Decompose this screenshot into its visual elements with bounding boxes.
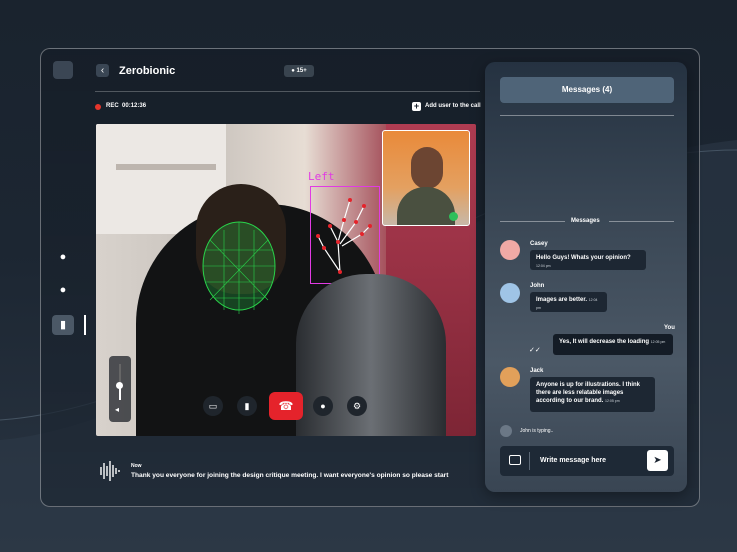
bell-icon[interactable]: ●: [56, 250, 70, 264]
audio-wave-icon: [100, 461, 120, 481]
message-bubble: Images are better. 12:04 pm: [530, 292, 607, 312]
participants-badge[interactable]: ● 15+: [284, 65, 314, 77]
camera-button[interactable]: ▮: [237, 396, 257, 416]
section-label: Messages: [571, 218, 600, 224]
participant-body: [397, 187, 455, 225]
message-text: Hello Guys! Whats your opinion?: [536, 255, 631, 261]
app-logo: [53, 61, 73, 79]
message-sender: Casey: [530, 241, 548, 247]
mic-button[interactable]: ●: [313, 396, 333, 416]
add-user-button[interactable]: Add user to the call: [425, 103, 481, 109]
back-button[interactable]: ‹: [96, 64, 109, 77]
live-status-icon: [449, 212, 458, 221]
message-bubble-own: Yes, It will decrease the loading 12:05 …: [553, 334, 673, 355]
microphone-icon: ●: [320, 401, 326, 411]
read-receipt-icon: ✓✓: [529, 347, 541, 354]
record-dot-icon: [95, 104, 101, 110]
participant-video-tile[interactable]: [382, 130, 470, 226]
settings-button[interactable]: ⚙: [347, 396, 367, 416]
messages-tab[interactable]: Messages (4): [500, 77, 674, 103]
send-button[interactable]: ➤: [647, 450, 668, 471]
hand-tracking-label: Left: [308, 170, 335, 183]
volume-knob[interactable]: [116, 382, 123, 389]
message-sender: Jack: [530, 368, 544, 374]
avatar: [500, 240, 520, 260]
bg-shelf-board: [116, 164, 216, 170]
avatar: [500, 283, 520, 303]
screen-share-button[interactable]: ▭: [203, 396, 223, 416]
message-time: 12:05 pm: [650, 340, 666, 344]
message-time: 12:05 pm: [605, 399, 620, 403]
message-bubble: Anyone is up for illustrations. I think …: [530, 377, 655, 412]
participant-head: [411, 147, 443, 189]
add-user-icon[interactable]: +: [412, 102, 421, 111]
avatar: [500, 367, 520, 387]
hand-skeleton: [316, 198, 372, 274]
section-line-left: [500, 221, 565, 222]
messages-panel: [485, 62, 687, 492]
section-line-right: [609, 221, 674, 222]
rec-label: REC: [106, 103, 119, 109]
send-icon: ➤: [653, 455, 662, 466]
message-text: Images are better.: [536, 297, 588, 303]
message-sender: John: [530, 283, 545, 289]
participants-count: 15+: [296, 68, 307, 74]
message-input[interactable]: Write message here: [540, 457, 606, 464]
divider: [95, 91, 480, 92]
face-mesh-overlay: [202, 221, 276, 314]
transcript-time: Now: [131, 463, 142, 469]
message-bubble: Hello Guys! Whats your opinion? 12:04 pm: [530, 250, 646, 270]
camera-icon: ▮: [244, 401, 250, 411]
meeting-title: Zerobionic: [119, 65, 176, 77]
active-indicator: [84, 315, 86, 335]
rec-time: 00:12:36: [122, 103, 147, 109]
end-call-button[interactable]: ☎: [269, 392, 303, 420]
panel-divider: [500, 115, 674, 116]
transcript-text: Thank you everyone for joining the desig…: [131, 472, 449, 479]
message-time: 12:04 pm: [536, 264, 551, 268]
recording-status: REC 00:12:36: [106, 103, 146, 109]
user-icon[interactable]: ●: [56, 283, 70, 297]
message-sender: You: [664, 325, 675, 331]
typing-icon: [500, 425, 512, 437]
chevron-left-icon: ‹: [100, 65, 105, 76]
message-text: Yes, It will decrease the loading: [559, 339, 650, 345]
image-attach-icon[interactable]: [509, 455, 521, 465]
message-text: Anyone is up for illustrations. I think …: [536, 382, 641, 404]
screen-share-icon: ▭: [208, 401, 218, 411]
settings-icon: ⚙: [352, 401, 362, 411]
composer-divider: [529, 452, 530, 470]
phone-end-icon: ☎: [278, 399, 294, 413]
typing-status: John is typing..: [520, 428, 554, 434]
speaker-icon: ◂: [115, 405, 120, 414]
video-camera-icon[interactable]: ▮: [56, 318, 70, 332]
